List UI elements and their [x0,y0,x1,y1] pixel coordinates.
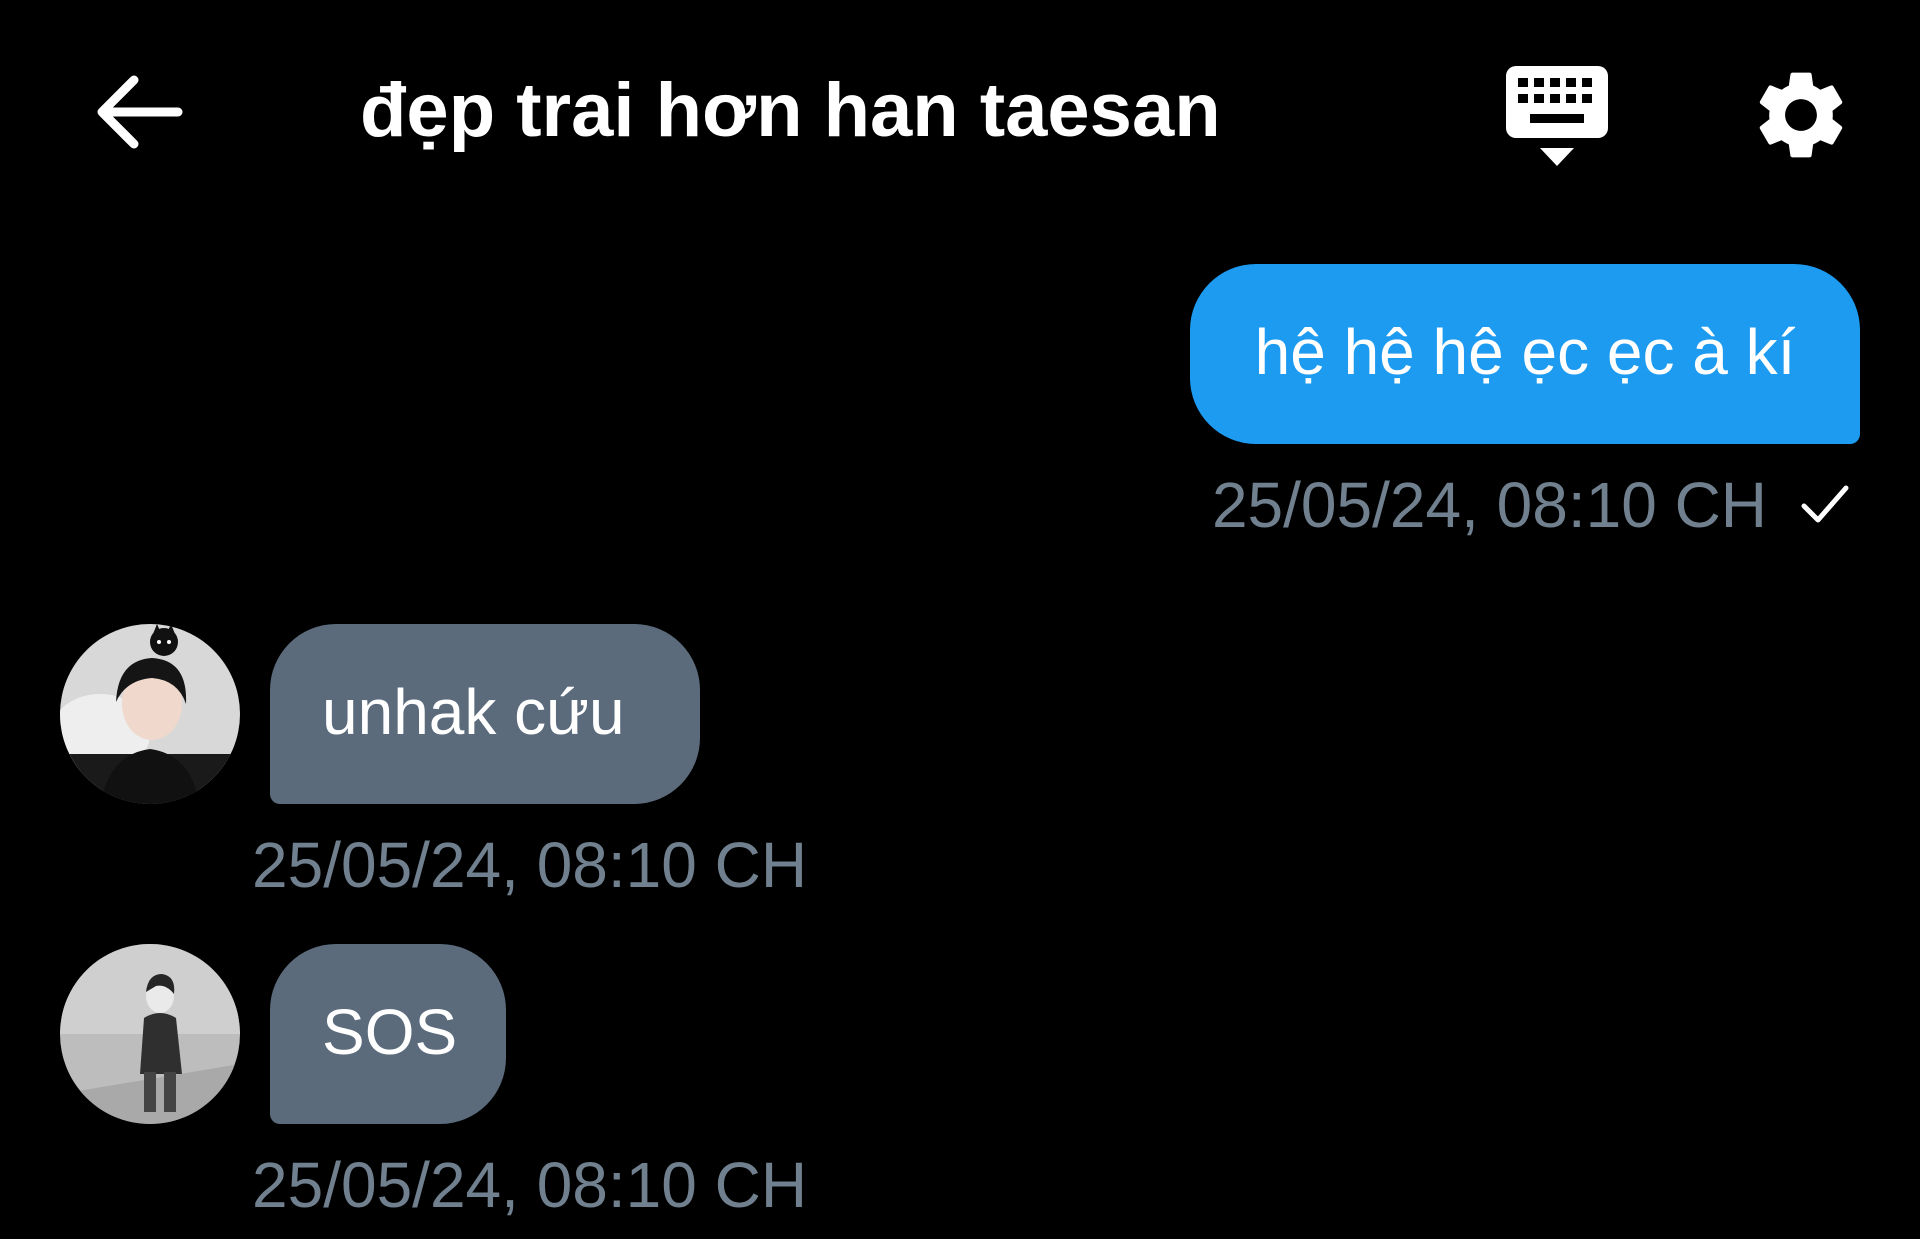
settings-button[interactable] [1748,62,1854,168]
avatar-photo-grayscale [60,944,240,1124]
gear-icon [1759,72,1843,158]
chat-title: đẹp trai hơn han taesan [360,68,1221,153]
keyboard-hide-icon [1506,66,1608,166]
message-timestamp: 25/05/24, 08:10 CH [252,829,808,901]
message-text: SOS [322,996,458,1068]
chat-header: đẹp trai hơn han taesan [0,0,1920,220]
avatar[interactable] [60,624,240,804]
incoming-message-bubble[interactable]: unhak cứu [270,624,700,804]
back-button[interactable] [90,62,190,162]
avatar[interactable] [60,944,240,1124]
keyboard-toggle-button[interactable] [1502,62,1612,174]
message-timestamp: 25/05/24, 08:10 CH [1211,469,1767,541]
avatar-photo [60,624,240,804]
message-text: hệ hệ hệ ẹc ẹc à kí [1254,316,1796,388]
message-text: unhak cứu [322,676,625,748]
outgoing-message-bubble[interactable]: hệ hệ hệ ẹc ẹc à kí [1190,264,1860,444]
arrow-left-icon [97,75,183,149]
check-icon [1801,485,1849,523]
incoming-message-bubble[interactable]: SOS [270,944,506,1124]
message-timestamp: 25/05/24, 08:10 CH [252,1149,808,1221]
